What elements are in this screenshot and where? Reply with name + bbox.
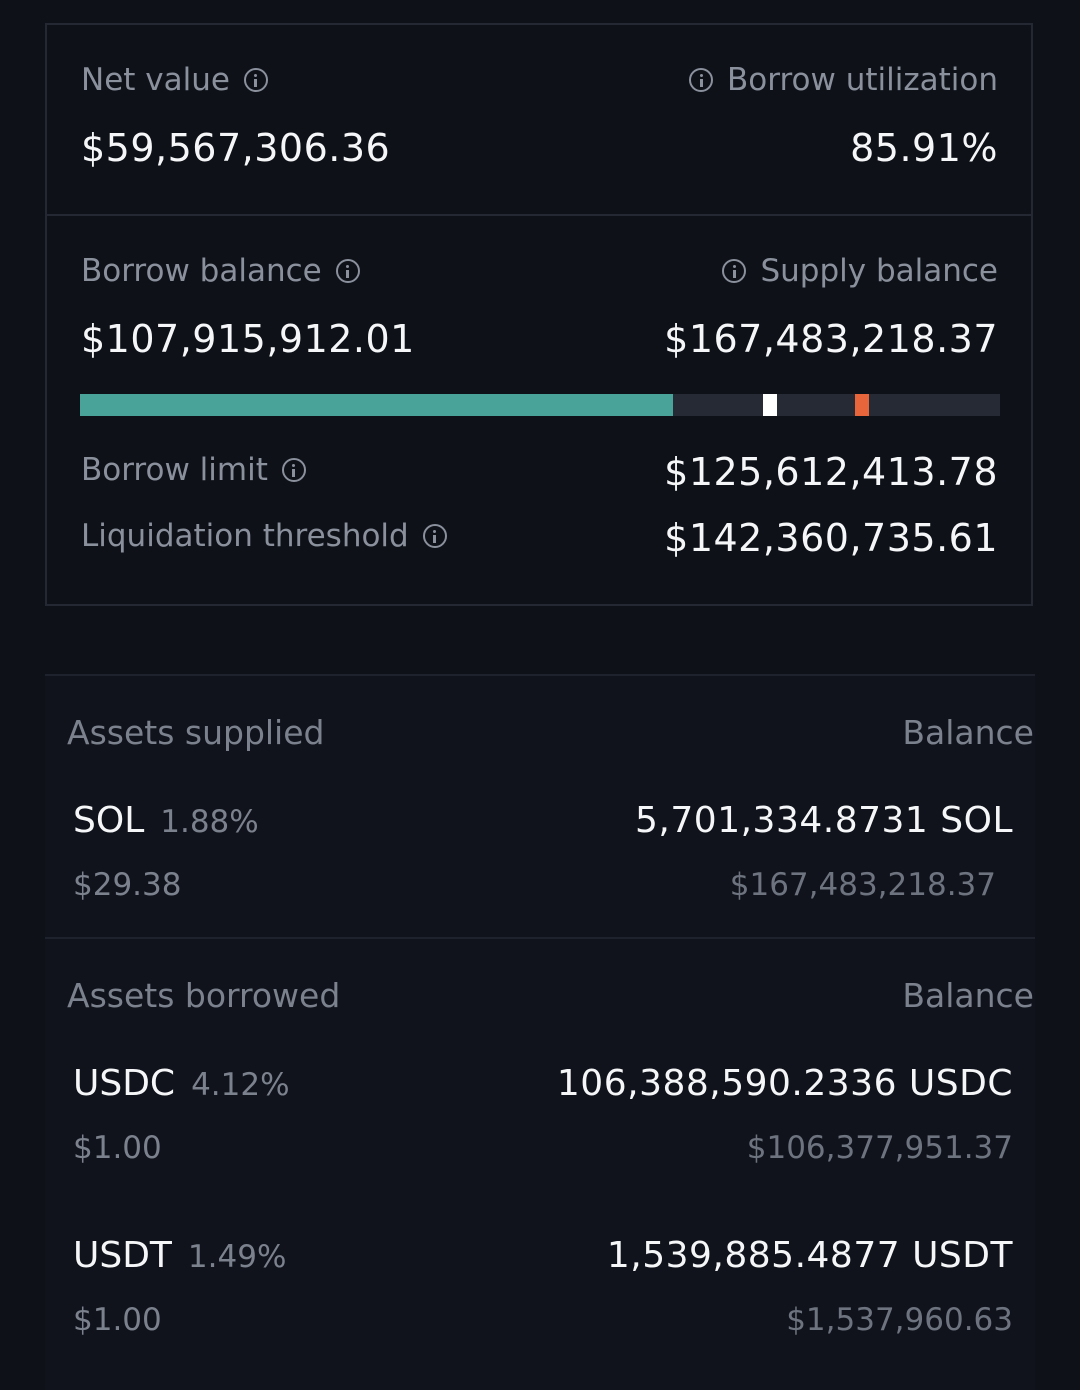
assets-borrowed-title: Assets borrowed (67, 976, 341, 1015)
asset-usd-value: $106,377,951.37 (746, 1130, 1013, 1166)
section-divider (45, 937, 1035, 939)
net-value: $59,567,306.36 (81, 126, 391, 170)
assets-borrowed-balance-header: Balance (902, 976, 1034, 1015)
asset-rate: 1.49% (187, 1239, 287, 1275)
asset-row-usdt[interactable]: USDT 1.49% (73, 1235, 286, 1276)
borrow-utilization-value: 85.91% (850, 126, 998, 170)
supply-balance-value: $167,483,218.37 (664, 317, 998, 361)
borrow-limit-marker (763, 394, 777, 416)
borrow-progress-fill (80, 394, 673, 416)
assets-supplied-balance-header: Balance (902, 713, 1034, 752)
liquidation-threshold-label-group: Liquidation threshold (81, 518, 447, 554)
borrow-limit-label-group: Borrow limit (81, 452, 306, 488)
asset-price: $29.38 (73, 867, 182, 903)
net-value-label: Net value (81, 62, 230, 98)
liquidation-threshold-label: Liquidation threshold (81, 518, 409, 554)
supply-balance-label-group: Supply balance (722, 253, 998, 289)
asset-symbol: SOL (73, 800, 145, 841)
asset-balance: 5,701,334.8731 SOL (635, 800, 1013, 841)
asset-row-usdc[interactable]: USDC 4.12% (73, 1063, 290, 1104)
summary-card (45, 23, 1033, 216)
asset-symbol: USDT (73, 1235, 172, 1276)
asset-row-sol[interactable]: SOL 1.88% (73, 800, 259, 841)
asset-symbol: USDC (73, 1063, 176, 1104)
supply-balance-label: Supply balance (760, 253, 998, 289)
asset-usd-value: $1,537,960.63 (786, 1302, 1013, 1338)
borrow-progress-bar (80, 394, 1000, 416)
asset-usd-value: $167,483,218.37 (729, 867, 996, 903)
asset-rate: 1.88% (160, 804, 259, 840)
asset-balance: 106,388,590.2336 USDC (556, 1063, 1013, 1104)
borrow-balance-label: Borrow balance (81, 253, 322, 289)
info-icon[interactable] (335, 259, 360, 283)
info-icon[interactable] (689, 68, 714, 92)
net-value-label-group: Net value (81, 62, 268, 98)
info-icon[interactable] (722, 259, 747, 283)
assets-panel (45, 674, 1035, 1390)
borrow-limit-value: $125,612,413.78 (664, 450, 998, 494)
liquidation-threshold-value: $142,360,735.61 (664, 516, 998, 560)
borrow-balance-value: $107,915,912.01 (81, 317, 415, 361)
borrow-utilization-label: Borrow utilization (727, 62, 998, 98)
info-icon[interactable] (243, 68, 268, 92)
asset-price: $1.00 (73, 1302, 162, 1338)
liquidation-threshold-marker (855, 394, 869, 416)
borrow-balance-label-group: Borrow balance (81, 253, 360, 289)
borrow-utilization-label-group: Borrow utilization (689, 62, 998, 98)
assets-supplied-title: Assets supplied (67, 713, 325, 752)
asset-price: $1.00 (73, 1130, 162, 1166)
asset-balance: 1,539,885.4877 USDT (606, 1235, 1013, 1276)
info-icon[interactable] (281, 458, 306, 482)
info-icon[interactable] (422, 524, 447, 548)
borrow-limit-label: Borrow limit (81, 452, 268, 488)
asset-rate: 4.12% (191, 1067, 290, 1103)
